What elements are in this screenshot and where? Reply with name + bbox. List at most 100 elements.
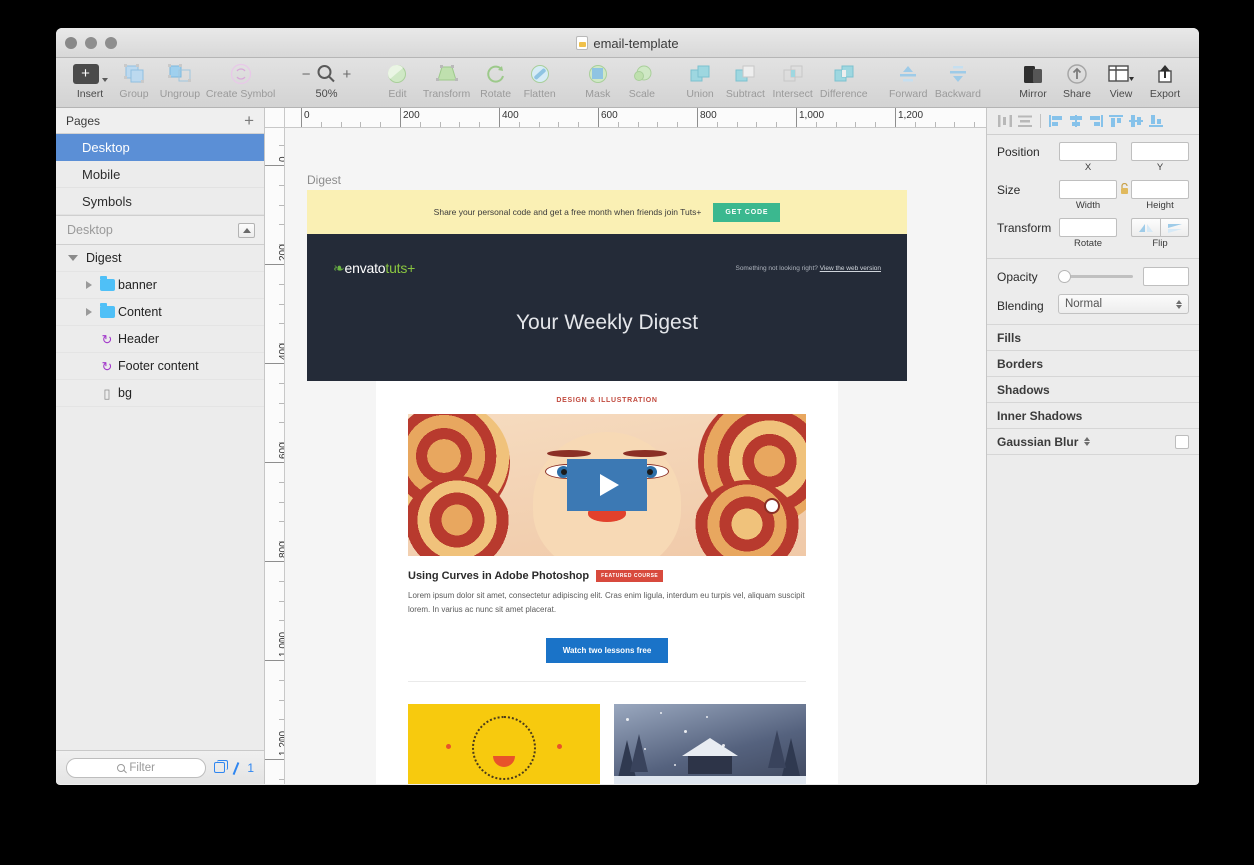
- toolbar-ungroup-label: Ungroup: [159, 88, 201, 100]
- layer-row-banner[interactable]: banner: [56, 272, 264, 299]
- layer-row-bg[interactable]: ▯ bg: [56, 380, 264, 407]
- toolbar-mirror[interactable]: Mirror: [1011, 61, 1055, 100]
- section-gaussian-blur[interactable]: Gaussian Blur: [987, 428, 1199, 454]
- toolbar-intersect[interactable]: Intersect: [769, 61, 817, 100]
- ruler-label-h: 1,200: [898, 110, 924, 121]
- section-shadows[interactable]: Shadows: [987, 376, 1199, 402]
- artboard-name-label[interactable]: Digest: [307, 173, 341, 187]
- blur-type-chevron-icon[interactable]: [1084, 437, 1091, 446]
- transform-rotate-field[interactable]: [1059, 218, 1117, 237]
- size-width-field[interactable]: [1059, 180, 1117, 199]
- promo-text: Share your personal code and get a free …: [433, 207, 702, 217]
- zoom-control[interactable]: − + 50%: [292, 61, 362, 100]
- layer-row-digest[interactable]: Digest: [56, 245, 264, 272]
- grid-thumbnail-winter-cabin[interactable]: [614, 704, 806, 784]
- disclosure-closed-icon[interactable]: [82, 308, 96, 316]
- toolbar-union-label: Union: [686, 88, 714, 100]
- layer-row-content[interactable]: Content: [56, 299, 264, 326]
- grid-thumbnail-smiley[interactable]: [408, 704, 600, 784]
- position-y-field[interactable]: [1131, 142, 1189, 161]
- opacity-label: Opacity: [997, 269, 1038, 284]
- zoom-in-button[interactable]: +: [342, 66, 351, 83]
- opacity-slider-knob[interactable]: [1058, 270, 1072, 283]
- gaussian-blur-checkbox[interactable]: [1175, 434, 1189, 449]
- toolbar-insert[interactable]: + Insert: [68, 61, 112, 100]
- align-right-icon[interactable]: [1086, 113, 1106, 129]
- duplicate-icon[interactable]: [214, 760, 229, 773]
- web-version-link[interactable]: View the web version: [820, 265, 881, 272]
- align-left-icon[interactable]: [1046, 113, 1066, 129]
- zoom-out-button[interactable]: −: [302, 66, 311, 83]
- toolbar-union[interactable]: Union: [678, 61, 722, 100]
- canvas-area[interactable]: 0 200 400 600 800 1,000 1,200 0 200 400 600 800 1,0…: [265, 108, 986, 784]
- align-bottom-icon[interactable]: [1146, 113, 1166, 129]
- opacity-slider[interactable]: [1058, 270, 1133, 284]
- toolbar-mask[interactable]: Mask: [576, 61, 620, 100]
- section-fills-label: Fills: [997, 330, 1022, 345]
- toolbar-flatten[interactable]: Flatten: [518, 61, 562, 100]
- envato-tuts-logo: ❧envatotuts+: [333, 260, 415, 277]
- horizontal-ruler[interactable]: 0 200 400 600 800 1,000 1,200: [265, 108, 986, 128]
- toolbar-forward[interactable]: Forward: [885, 61, 931, 100]
- toolbar-export[interactable]: Export: [1143, 61, 1187, 100]
- page-item-symbols[interactable]: Symbols: [56, 188, 264, 215]
- toolbar-view[interactable]: View: [1099, 61, 1143, 100]
- get-code-button[interactable]: GET CODE: [713, 202, 781, 222]
- layer-row-header[interactable]: ↻ Header: [56, 326, 264, 353]
- layer-row-footer-content[interactable]: ↻ Footer content: [56, 353, 264, 380]
- toolbar-transform[interactable]: Transform: [419, 61, 473, 100]
- toolbar-group[interactable]: Group: [112, 61, 156, 100]
- align-distribute-horizontal-icon[interactable]: [995, 113, 1015, 129]
- toolbar-scale-label: Scale: [628, 88, 655, 100]
- toolbar-edit[interactable]: Edit: [375, 61, 419, 100]
- position-x-field[interactable]: [1059, 142, 1117, 161]
- unlocked-icon[interactable]: [1117, 180, 1131, 195]
- design-canvas[interactable]: Digest Share your personal code and get …: [285, 128, 986, 784]
- watch-lessons-button[interactable]: Watch two lessons free: [545, 638, 669, 664]
- email-header: ❧envatotuts+ Something not looking right…: [307, 234, 907, 381]
- filter-placeholder: Filter: [129, 761, 155, 774]
- blending-select[interactable]: Normal: [1057, 294, 1189, 314]
- add-page-button[interactable]: +: [244, 112, 254, 129]
- smiley-eye-left: [446, 744, 451, 750]
- section-borders[interactable]: Borders: [987, 350, 1199, 376]
- size-height-field[interactable]: [1131, 180, 1189, 199]
- opacity-field[interactable]: [1143, 267, 1189, 286]
- toolbar-difference[interactable]: Difference: [817, 61, 871, 100]
- vertical-ruler[interactable]: 0 200 400 600 800 1,000 1,200: [265, 128, 285, 784]
- toolbar-backward[interactable]: Backward: [931, 61, 984, 100]
- disclosure-open-icon[interactable]: [66, 255, 80, 261]
- feature-thumbnail[interactable]: [408, 414, 806, 556]
- align-middle-vertical-icon[interactable]: [1126, 113, 1146, 129]
- collapse-layers-button[interactable]: [238, 222, 255, 238]
- toolbar-create-symbol[interactable]: Create Symbol: [204, 61, 278, 100]
- align-top-icon[interactable]: [1106, 113, 1126, 129]
- play-button[interactable]: [567, 459, 647, 511]
- toolbar-ungroup[interactable]: Ungroup: [156, 61, 204, 100]
- toolbar-view-label: View: [1109, 88, 1133, 100]
- disclosure-closed-icon[interactable]: [82, 281, 96, 289]
- page-item-mobile[interactable]: Mobile: [56, 161, 264, 188]
- blending-value: Normal: [1064, 298, 1103, 310]
- folder-icon: [96, 303, 118, 318]
- filter-count-label: 1: [247, 760, 254, 775]
- toolbar-share[interactable]: Share: [1055, 61, 1099, 100]
- pencil-icon[interactable]: [230, 762, 242, 774]
- toolbar-difference-label: Difference: [819, 88, 868, 100]
- section-inner-shadows[interactable]: Inner Shadows: [987, 402, 1199, 428]
- flip-horizontal-icon[interactable]: [1131, 218, 1160, 237]
- toolbar-scale[interactable]: Scale: [620, 61, 664, 100]
- document-icon: [576, 36, 589, 50]
- filter-input[interactable]: Filter: [66, 757, 207, 778]
- difference-icon: [833, 61, 855, 87]
- page-item-desktop[interactable]: Desktop: [56, 134, 264, 161]
- align-distribute-vertical-icon[interactable]: [1015, 113, 1035, 129]
- align-center-horizontal-icon[interactable]: [1066, 113, 1086, 129]
- artboard-digest[interactable]: Share your personal code and get a free …: [307, 190, 907, 784]
- layer-label: bg: [118, 386, 132, 400]
- section-fills[interactable]: Fills: [987, 324, 1199, 350]
- feature-title: Using Curves in Adobe Photoshop: [408, 570, 590, 582]
- toolbar-subtract[interactable]: Subtract: [722, 61, 769, 100]
- flip-vertical-icon[interactable]: [1160, 218, 1189, 237]
- toolbar-rotate[interactable]: Rotate: [474, 61, 518, 100]
